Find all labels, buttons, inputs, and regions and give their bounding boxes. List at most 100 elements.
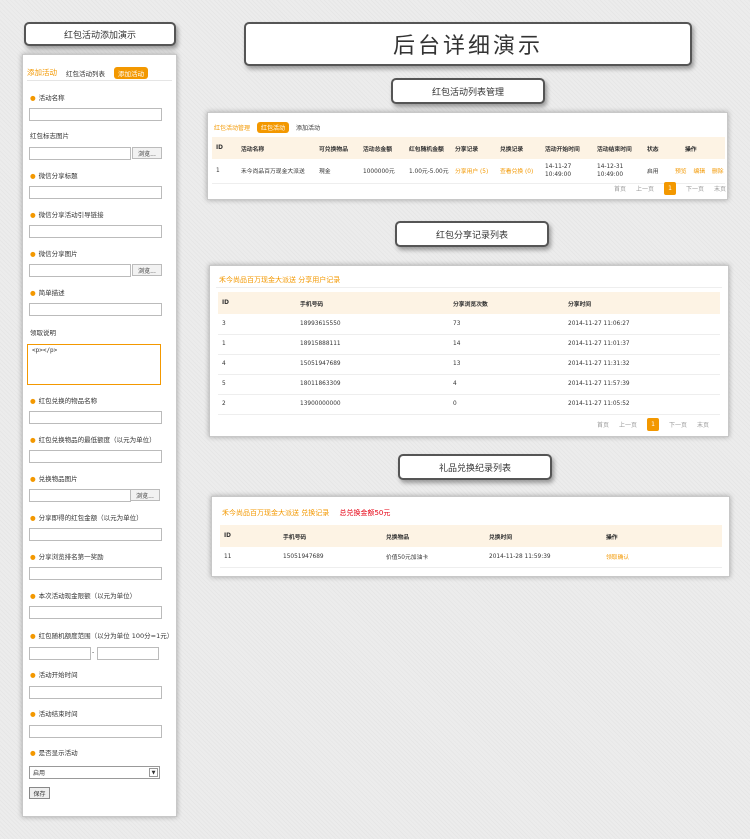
label-random-range: ● 红包随机额度范围（以分为单位 100分=1元）	[30, 632, 174, 640]
cash-limit-input[interactable]	[29, 606, 162, 619]
table-header-row: ID 活动名称 可兑换物品 活动总金额 红包随机金额 分享记录 兑换记录 活动开…	[212, 137, 725, 159]
activity-list-panel: 红包活动管理 红包活动 添加活动 ID 活动名称 可兑换物品 活动总金额 红包随…	[207, 112, 728, 200]
cell-name: 禾今尚品百万现金大派送	[237, 159, 315, 184]
wx-title-input[interactable]	[29, 186, 162, 199]
cell-time: 2014-11-27 11:57:39	[564, 374, 720, 395]
tab-add-activity[interactable]: 添加活动	[27, 67, 57, 78]
table-row: 1 禾今尚品百万现金大派送 現金 1000000元 1.00元-5.00元 分享…	[212, 159, 725, 184]
cell-share: 分享用户 (5)	[451, 159, 496, 184]
chevron-down-icon[interactable]: ▼	[149, 768, 158, 777]
required-icon: ●	[30, 553, 36, 561]
pager-next[interactable]: 下一页	[669, 420, 687, 429]
share-link[interactable]: 分享用户 (5)	[455, 169, 488, 175]
start-date: 14-11-27	[545, 163, 572, 170]
item-img-browse-button[interactable]: 浏览...	[130, 489, 160, 501]
label-logo: 红包标志图片	[30, 132, 69, 140]
wx-img-browse-button[interactable]: 浏览...	[132, 264, 162, 276]
share-panel-title: 禾今尚品百万现金大派送 分享用户记录	[219, 276, 341, 284]
save-button[interactable]: 保存	[29, 787, 50, 799]
share-amount-input[interactable]	[29, 528, 162, 541]
item-img-file-input[interactable]	[29, 489, 131, 502]
table-row: 1 18915888111 14 2014-11-27 11:01:37	[218, 334, 720, 355]
required-icon: ●	[30, 592, 36, 600]
col-phone: 手机号码	[279, 525, 382, 547]
delete-link[interactable]: 删除	[712, 169, 724, 175]
wx-link-input[interactable]	[29, 225, 162, 238]
show-select[interactable]: 启用 ▼	[29, 766, 160, 779]
cell-op: 领取确认	[602, 547, 722, 568]
cell-start: 14-11-27 10:49:00	[541, 159, 593, 184]
pager-next[interactable]: 下一页	[686, 184, 704, 193]
table-row: 4 15051947689 13 2014-11-27 11:31:32	[218, 354, 720, 375]
logo-browse-button[interactable]: 浏览...	[132, 147, 162, 159]
range-max-input[interactable]	[97, 647, 159, 660]
col-op: 操作	[602, 525, 722, 547]
activity-pager: 首页 上一页 1 下一页 末页	[614, 182, 726, 195]
col-id: ID	[218, 292, 296, 314]
col-phone: 手机号码	[296, 292, 449, 314]
pager-last[interactable]: 末页	[697, 420, 709, 429]
logo-file-input[interactable]	[29, 147, 131, 160]
cell-phone: 18915888111	[296, 334, 449, 355]
range-min-input[interactable]	[29, 647, 91, 660]
tab-add-activity-active[interactable]: 添加活动	[114, 66, 148, 79]
pager-first[interactable]: 首页	[614, 184, 626, 193]
form-title: 红包活动添加演示	[63, 30, 136, 41]
cell-item: 現金	[315, 159, 359, 184]
pager-prev[interactable]: 上一页	[636, 184, 654, 193]
pager-current[interactable]: 1	[664, 182, 677, 195]
label-wx-link: ● 微信分享活动引导链接	[30, 211, 104, 219]
gift-list-title-box: 礼品兑换纪录列表	[398, 454, 552, 480]
wx-img-file-input[interactable]	[29, 264, 131, 277]
exchange-link[interactable]: 查看兑换 (0)	[500, 169, 533, 175]
pager-prev[interactable]: 上一页	[619, 420, 637, 429]
cell-id: 1	[218, 334, 296, 355]
label-wx-img: ● 微信分享图片	[30, 250, 78, 258]
gift-panel-title: 禾今尚品百万现金大派送 兑换记录	[222, 509, 330, 517]
cell-time: 2014-11-27 11:06:27	[564, 314, 720, 335]
tab-activity-manage[interactable]: 红包活动管理	[214, 123, 250, 132]
tab-activity-add[interactable]: 添加活动	[296, 123, 320, 132]
label-show: ● 是否显示活动	[30, 749, 78, 757]
name-input[interactable]	[29, 108, 162, 121]
cell-views: 13	[449, 354, 564, 375]
col-end: 活动结束时间	[593, 137, 643, 159]
pager-current[interactable]: 1	[647, 418, 660, 431]
col-item: 可兑换物品	[315, 137, 359, 159]
rules-textarea[interactable]: <p></p>	[27, 344, 161, 385]
label-share-amount: ● 分享即得的红包金额（以元为单位）	[30, 514, 143, 522]
share-list-panel: 禾今尚品百万现金大派送 分享用户记录 ID 手机号码 分享浏览次数 分享时间 3…	[209, 265, 729, 437]
tab-activity-active[interactable]: 红包活动	[257, 122, 290, 133]
top-reward-input[interactable]	[29, 567, 162, 580]
pager-first[interactable]: 首页	[597, 420, 609, 429]
end-time-input[interactable]	[29, 725, 162, 738]
preview-link[interactable]: 预览	[675, 169, 687, 175]
activity-form-panel: 添加活动 红包活动列表 添加活动 ● 活动名称 红包标志图片 浏览... ● 微信分…	[22, 54, 177, 817]
required-icon: ●	[30, 632, 36, 640]
cell-end: 14-12-31 10:49:00	[593, 159, 643, 184]
share-list-title: 红包分享记录列表	[435, 230, 508, 241]
end-date: 14-12-31	[597, 163, 624, 170]
label-end-time: ● 活动结束时间	[30, 710, 78, 718]
share-table: ID 手机号码 分享浏览次数 分享时间 3 18993615550 73 2014-1…	[218, 292, 720, 415]
main-title-box: 后台详细演示	[244, 22, 692, 66]
end-time: 10:49:00	[597, 171, 624, 178]
confirm-link[interactable]: 领取确认	[606, 555, 629, 561]
pager-last[interactable]: 末页	[714, 184, 726, 193]
cell-phone: 13900000000	[296, 394, 449, 415]
start-time-input[interactable]	[29, 686, 162, 699]
min-amount-input[interactable]	[29, 450, 162, 463]
cell-phone: 18993615550	[296, 314, 449, 335]
cell-item: 价值50元加油卡	[382, 547, 485, 568]
col-time: 分享时间	[564, 292, 720, 314]
tab-activity-list[interactable]: 红包活动列表	[66, 68, 105, 78]
form-tabs: 添加活动 红包活动列表 添加活动	[27, 65, 172, 81]
cell-views: 14	[449, 334, 564, 355]
cell-id: 1	[212, 159, 237, 184]
col-item: 兑换物品	[382, 525, 485, 547]
edit-link[interactable]: 编辑	[693, 169, 705, 175]
item-name-input[interactable]	[29, 411, 162, 424]
desc-input[interactable]	[29, 303, 162, 316]
cell-range: 1.00元-5.00元	[405, 159, 451, 184]
label-rules: 领取说明	[30, 329, 56, 337]
